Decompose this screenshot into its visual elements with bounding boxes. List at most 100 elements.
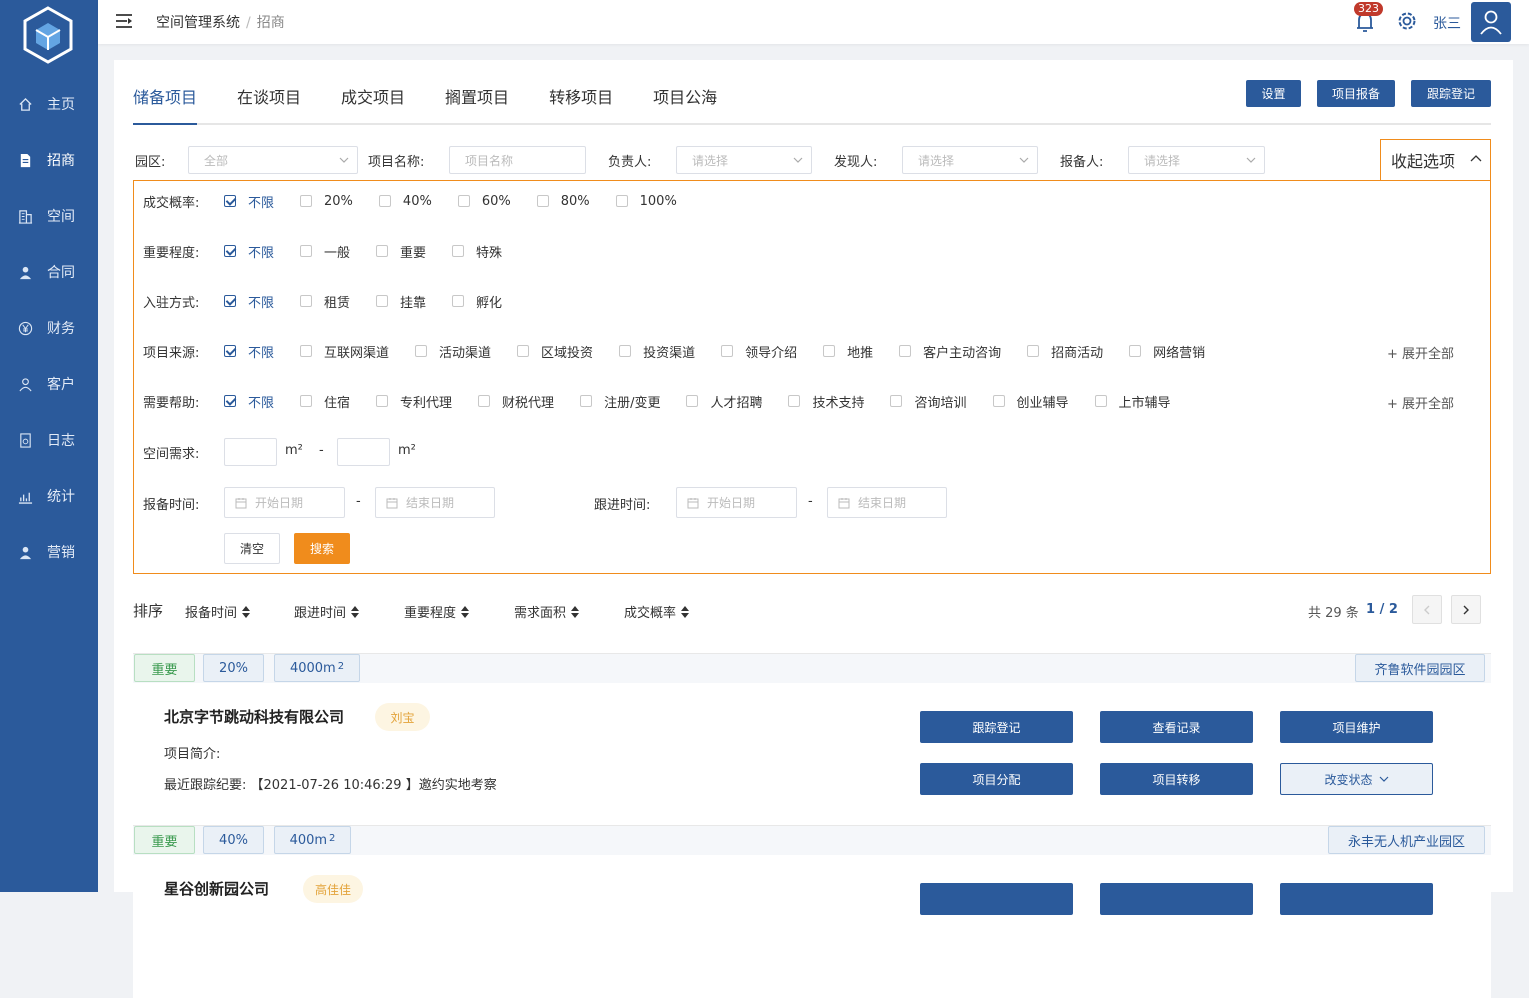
checkbox-label: 地推: [847, 345, 874, 361]
menu-toggle-icon[interactable]: [115, 12, 133, 30]
sidebar-item-label: 招商: [47, 153, 75, 169]
checkbox-box: [721, 345, 734, 357]
gear-icon[interactable]: [1396, 10, 1418, 32]
checkbox-option[interactable]: 技术支持: [788, 392, 864, 411]
sidebar-item-contract[interactable]: 合同: [0, 244, 98, 300]
checkbox-option[interactable]: 挂靠: [376, 292, 426, 311]
breadcrumb-root[interactable]: 空间管理系统: [156, 15, 240, 31]
tab-negotiating[interactable]: 在谈项目: [237, 84, 301, 108]
company-name[interactable]: 星谷创新园公司: [164, 878, 269, 899]
project-name-input[interactable]: 项目名称: [449, 146, 586, 174]
project-assign-action[interactable]: 项目分配: [920, 763, 1073, 795]
checkbox-option[interactable]: 财税代理: [478, 392, 554, 411]
checkbox-option[interactable]: 不限: [224, 242, 274, 261]
next-page-button[interactable]: [1451, 595, 1481, 624]
checkbox-option[interactable]: 80%: [536, 194, 590, 209]
collapse-options-button[interactable]: 收起选项: [1380, 139, 1491, 180]
tab-transferred[interactable]: 转移项目: [549, 84, 613, 108]
checkbox-option[interactable]: 住宿: [300, 392, 350, 411]
checkbox-option[interactable]: 20%: [300, 194, 353, 209]
sidebar-item-log[interactable]: 日志: [0, 412, 98, 468]
sidebar-item-space[interactable]: 空间: [0, 188, 98, 244]
checkbox-option[interactable]: 一般: [300, 242, 350, 261]
sort-label: 成交概率: [624, 606, 677, 621]
checkbox-option[interactable]: 100%: [615, 194, 677, 209]
track-register-button[interactable]: 跟踪登记: [1411, 80, 1491, 107]
sort-follow-time[interactable]: 跟进时间: [294, 602, 360, 621]
checkbox-option[interactable]: 创业辅导: [992, 392, 1069, 411]
project-transfer-action[interactable]: 项目转移: [1100, 763, 1253, 795]
sort-probability[interactable]: 成交概率: [624, 602, 690, 621]
checkbox-option[interactable]: 网络营销: [1129, 342, 1205, 361]
checkbox-option[interactable]: 专利代理: [376, 392, 452, 411]
checkbox-option[interactable]: 地推: [823, 342, 873, 361]
sort-report-time[interactable]: 报备时间: [185, 602, 251, 621]
checkbox-option[interactable]: 孵化: [452, 292, 502, 311]
sidebar-item-home[interactable]: 主页: [0, 76, 98, 132]
checkbox-option[interactable]: 不限: [224, 192, 274, 211]
checkbox-option[interactable]: 区域投资: [517, 342, 593, 361]
checkbox-option[interactable]: 领导介绍: [721, 342, 797, 361]
settings-button[interactable]: 设置: [1246, 80, 1301, 107]
checkbox-option[interactable]: 互联网渠道: [300, 342, 389, 361]
report-end-date[interactable]: 结束日期: [375, 487, 495, 518]
park-select[interactable]: 全部: [188, 146, 358, 174]
checkbox-option[interactable]: 客户主动咨询: [899, 342, 1001, 361]
sidebar-item-customer[interactable]: 客户: [0, 356, 98, 412]
expand-all-help-button[interactable]: + 展开全部: [1387, 393, 1454, 412]
checkbox-option[interactable]: 注册/变更: [580, 392, 660, 411]
search-button[interactable]: 搜索: [294, 533, 350, 564]
checkbox-option[interactable]: 活动渠道: [415, 342, 491, 361]
checkbox-option[interactable]: 60%: [457, 194, 511, 209]
checkbox-label: 住宿: [324, 395, 351, 411]
checkbox-option[interactable]: 不限: [224, 342, 274, 361]
checkbox-option[interactable]: 重要: [376, 242, 426, 261]
tab-shelved[interactable]: 搁置项目: [445, 84, 509, 108]
company-name[interactable]: 北京字节跳动科技有限公司: [164, 706, 344, 727]
checkbox-box: [300, 345, 313, 357]
view-records-action[interactable]: [1100, 883, 1253, 915]
project-maintain-action[interactable]: 项目维护: [1280, 711, 1433, 743]
space-min-input[interactable]: [224, 438, 277, 466]
checkbox-option[interactable]: 人才招聘: [686, 392, 762, 411]
avatar[interactable]: [1471, 2, 1511, 42]
range-dash: -: [319, 443, 324, 458]
view-records-action[interactable]: 查看记录: [1100, 711, 1253, 743]
tab-public-pool[interactable]: 项目公海: [653, 84, 717, 108]
sidebar-item-finance[interactable]: 财务: [0, 300, 98, 356]
checkbox-option[interactable]: 咨询培训: [890, 392, 967, 411]
follow-start-date[interactable]: 开始日期: [676, 487, 797, 518]
tab-reserve[interactable]: 储备项目: [133, 84, 197, 108]
project-card-body: 星谷创新园公司 高佳佳: [133, 855, 1491, 998]
checkbox-option[interactable]: 特殊: [452, 242, 502, 261]
owner-select[interactable]: 请选择: [676, 146, 812, 174]
track-register-action[interactable]: 跟踪登记: [920, 711, 1073, 743]
report-start-date[interactable]: 开始日期: [224, 487, 345, 518]
change-status-dropdown[interactable]: 改变状态: [1280, 763, 1433, 795]
project-maintain-action[interactable]: [1280, 883, 1433, 915]
expand-all-source-button[interactable]: + 展开全部: [1387, 343, 1454, 362]
follow-end-date[interactable]: 结束日期: [827, 487, 947, 518]
project-report-button[interactable]: 项目报备: [1317, 80, 1395, 107]
sort-area[interactable]: 需求面积: [514, 602, 580, 621]
tab-closed[interactable]: 成交项目: [341, 84, 405, 108]
checkbox-option[interactable]: 不限: [224, 392, 274, 411]
finder-select[interactable]: 请选择: [902, 146, 1038, 174]
reporter-select[interactable]: 请选择: [1128, 146, 1265, 174]
checkbox-option[interactable]: 招商活动: [1027, 342, 1103, 361]
prev-page-button[interactable]: [1412, 595, 1442, 624]
yen-icon: [17, 320, 33, 336]
username[interactable]: 张三: [1433, 13, 1461, 33]
sort-importance[interactable]: 重要程度: [404, 602, 470, 621]
clear-button[interactable]: 清空: [224, 533, 280, 564]
checkbox-option[interactable]: 不限: [224, 292, 274, 311]
checkbox-option[interactable]: 投资渠道: [619, 342, 695, 361]
space-max-input[interactable]: [337, 438, 390, 466]
sidebar-item-marketing[interactable]: 营销: [0, 524, 98, 580]
checkbox-option[interactable]: 40%: [378, 194, 432, 209]
track-register-action[interactable]: [920, 883, 1073, 915]
checkbox-option[interactable]: 租赁: [300, 292, 350, 311]
sidebar-item-stats[interactable]: 统计: [0, 468, 98, 524]
checkbox-option[interactable]: 上市辅导: [1094, 392, 1171, 411]
sidebar-item-investment[interactable]: 招商: [0, 132, 98, 188]
